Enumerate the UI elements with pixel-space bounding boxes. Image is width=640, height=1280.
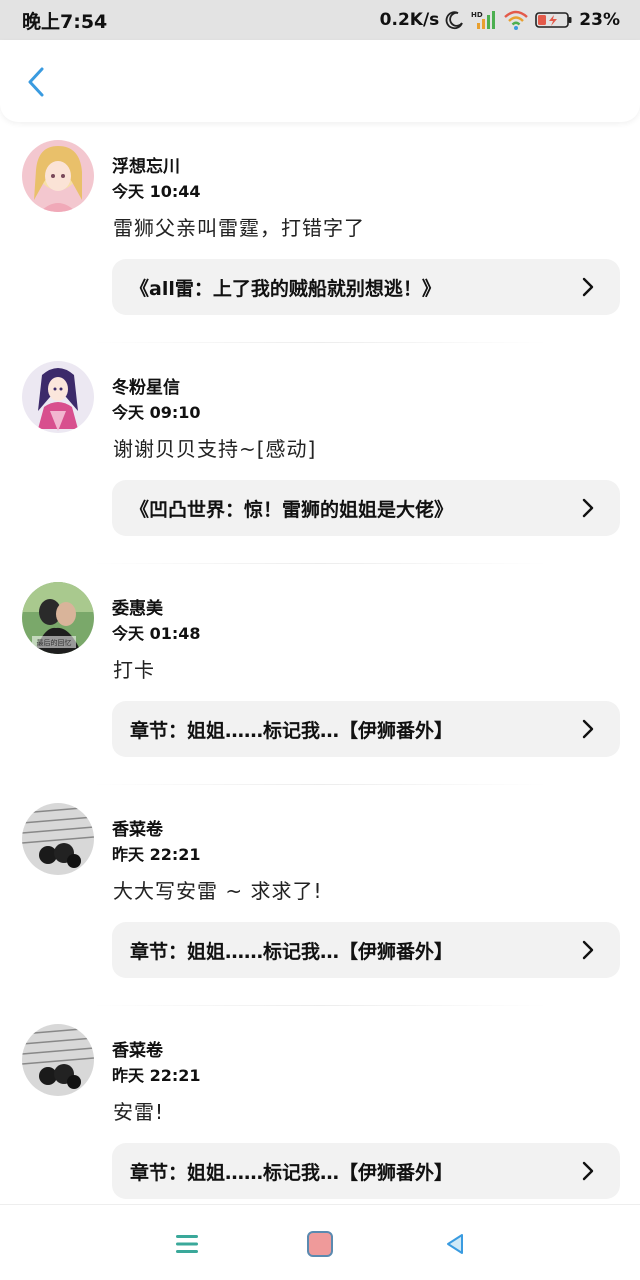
comment-text: 谢谢贝贝支持~[感动] [113, 437, 317, 461]
system-nav-bar [0, 1204, 640, 1280]
avatar[interactable] [22, 361, 94, 433]
chevron-right-icon [578, 717, 598, 741]
back-button[interactable] [20, 64, 52, 100]
back-triangle-icon [447, 1234, 463, 1254]
avatar[interactable] [22, 140, 94, 212]
header [0, 40, 640, 122]
username[interactable]: 浮想忘川 [112, 152, 180, 177]
chevron-right-icon [578, 275, 598, 299]
comment-item: 冬粉星信 今天 09:10 谢谢贝贝支持~[感动] 《凹凸世界：惊！雷狮的姐姐是… [0, 343, 640, 564]
reference-card[interactable]: 《凹凸世界：惊！雷狮的姐姐是大佬》 [112, 480, 620, 536]
comment-time: 今天 10:44 [112, 182, 201, 201]
chevron-right-icon [578, 1159, 598, 1183]
comment-text: 安雷! [113, 1100, 165, 1124]
reference-card[interactable]: 章节：姐姐……标记我…【伊狮番外】 [112, 701, 620, 757]
comment-time: 今天 01:48 [112, 624, 201, 643]
reference-card[interactable]: 章节：姐姐……标记我…【伊狮番外】 [112, 1143, 620, 1199]
hd-label: HD [471, 11, 483, 19]
network-speed: 0.2K/s [379, 10, 440, 30]
wifi-icon [503, 9, 529, 31]
avatar[interactable] [22, 1024, 94, 1096]
comment-time: 昨天 22:21 [112, 1066, 201, 1085]
reference-title: 章节：姐姐……标记我…【伊狮番外】 [130, 940, 454, 963]
comment-item: 香菜卷 昨天 22:21 大大写安雷 ~ 求求了! 章节：姐姐……标记我…【伊狮… [0, 785, 640, 1006]
reference-card[interactable]: 《all雷：上了我的贼船就别想逃！》 [112, 259, 620, 315]
reference-card[interactable]: 章节：姐姐……标记我…【伊狮番外】 [112, 922, 620, 978]
status-indicators: 0.2K/s HD 23% [380, 9, 620, 31]
comment-text: 大大写安雷 ~ 求求了! [113, 879, 323, 903]
reference-title: 《凹凸世界：惊！雷狮的姐姐是大佬》 [130, 498, 454, 521]
battery-icon [535, 10, 573, 30]
chevron-right-icon [578, 938, 598, 962]
chevron-left-icon [28, 67, 44, 97]
status-bar: 晚上7:54 0.2K/s HD 23% [0, 0, 640, 40]
reference-title: 章节：姐姐……标记我…【伊狮番外】 [130, 719, 454, 742]
comment-time: 昨天 22:21 [112, 845, 201, 864]
status-time: 晚上7:54 [22, 10, 108, 33]
reference-title: 《all雷：上了我的贼船就别想逃！》 [130, 277, 441, 300]
username[interactable]: 香菜卷 [112, 815, 163, 840]
home-button[interactable] [305, 1229, 335, 1259]
menu-icon [176, 1235, 198, 1253]
comment-list[interactable]: 浮想忘川 今天 10:44 雷狮父亲叫雷霆，打错字了 《all雷：上了我的贼船就… [0, 122, 640, 1204]
comment-text: 打卡 [113, 658, 155, 682]
avatar[interactable] [22, 803, 94, 875]
home-square-icon [307, 1231, 333, 1257]
signal-icon: HD [471, 9, 497, 31]
chevron-right-icon [578, 496, 598, 520]
comment-time: 今天 09:10 [112, 403, 201, 422]
battery-percent: 23% [579, 10, 620, 30]
comment-item: 香菜卷 昨天 22:21 安雷! 章节：姐姐……标记我…【伊狮番外】 [0, 1006, 640, 1204]
username[interactable]: 冬粉星信 [112, 373, 180, 398]
reference-title: 章节：姐姐……标记我…【伊狮番外】 [130, 1161, 454, 1184]
nav-back-button[interactable] [440, 1229, 470, 1259]
avatar-caption: 最后的回忆 [37, 638, 72, 647]
comment-item: 浮想忘川 今天 10:44 雷狮父亲叫雷霆，打错字了 《all雷：上了我的贼船就… [0, 122, 640, 343]
moon-icon [445, 10, 465, 30]
avatar[interactable]: 最后的回忆 [22, 582, 94, 654]
username[interactable]: 委惠美 [112, 594, 163, 619]
comment-text: 雷狮父亲叫雷霆，打错字了 [113, 216, 365, 240]
comment-item: 最后的回忆 委惠美 今天 01:48 打卡 章节：姐姐……标记我…【伊狮番外】 [0, 564, 640, 785]
menu-button[interactable] [172, 1229, 202, 1259]
username[interactable]: 香菜卷 [112, 1036, 163, 1061]
